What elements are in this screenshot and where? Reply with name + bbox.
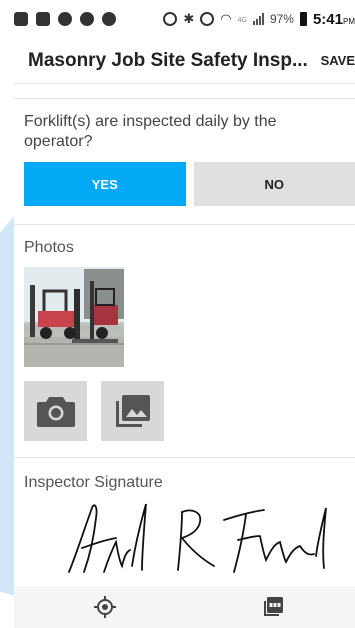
location-button[interactable]	[94, 596, 116, 623]
yes-button[interactable]: YES	[24, 162, 186, 206]
signature-drawing	[68, 503, 327, 573]
camera-button[interactable]	[24, 381, 87, 441]
data-saver-icon	[163, 12, 178, 26]
clock-suffix: PM	[343, 16, 355, 26]
signal-strength-icon	[252, 13, 264, 25]
network-type: 4G	[237, 16, 247, 24]
location-target-icon	[94, 596, 116, 618]
signature-label: Inspector Signature	[24, 474, 163, 491]
app-notification-icon	[102, 12, 116, 26]
save-button[interactable]: SAVE	[309, 53, 355, 68]
photos-label: Photos	[24, 239, 74, 256]
photo-actions	[24, 367, 355, 457]
app-notification-icon	[80, 12, 94, 26]
keyboard-icon	[14, 12, 28, 26]
image-notification-icon	[36, 12, 50, 26]
bottom-navigation	[14, 586, 355, 628]
gallery-button[interactable]	[101, 381, 164, 441]
app-bar: Masonry Job Site Safety Insp... SAVE	[14, 38, 355, 84]
form-content: Forklift(s) are inspected daily by the o…	[14, 84, 355, 580]
clock-time: 5:41	[312, 10, 343, 28]
status-bar: ✱ ◠ 4G 97% 5:41PM	[14, 0, 355, 38]
gallery-icon	[115, 395, 150, 427]
pdf-icon	[264, 597, 283, 616]
wifi-icon: ◠	[220, 11, 232, 26]
bluetooth-icon: ✱	[183, 11, 195, 26]
no-button[interactable]: NO	[193, 162, 355, 206]
alarm-icon	[200, 12, 215, 26]
clock: 5:41PM	[313, 11, 355, 28]
status-icons-right: ✱ ◠ 4G 97% 5:41PM	[163, 11, 355, 28]
app-notification-icon	[58, 12, 72, 26]
battery-percent: 97%	[269, 12, 294, 26]
forklift-photo-thumbnail[interactable]	[24, 267, 124, 367]
camera-icon	[36, 397, 75, 427]
status-icons-left	[14, 12, 116, 26]
answer-toggle-group: YES NO	[24, 162, 355, 224]
signature-pad[interactable]	[24, 500, 355, 580]
pdf-export-button[interactable]	[262, 596, 284, 623]
page-title: Masonry Job Site Safety Insp...	[28, 49, 308, 71]
forklift-photo-image	[24, 267, 124, 367]
battery-icon	[299, 12, 307, 26]
question-text: Forklift(s) are inspected daily by the o…	[24, 113, 277, 150]
app-screen: ✱ ◠ 4G 97% 5:41PM Masonry Job Site Safet…	[14, 0, 355, 628]
